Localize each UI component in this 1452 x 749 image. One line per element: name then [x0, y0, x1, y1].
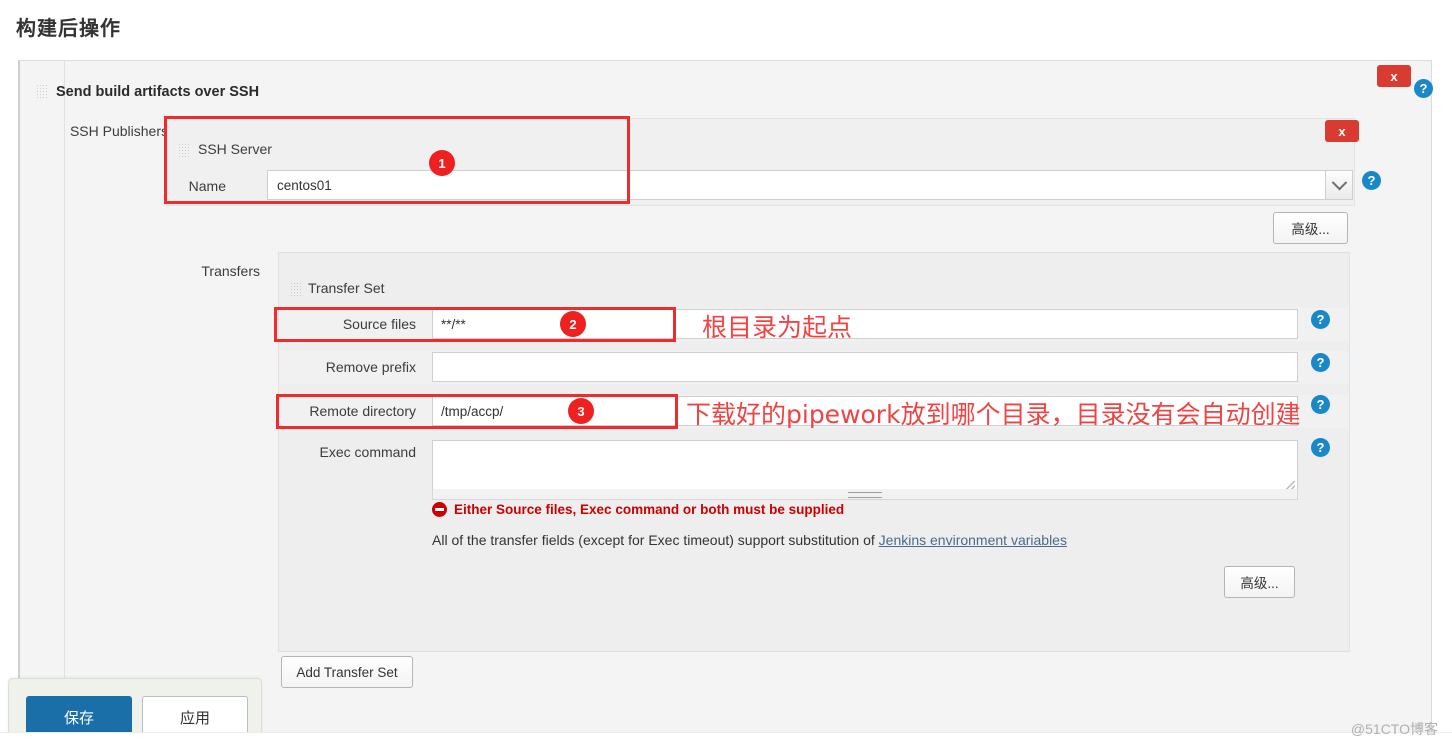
- panel-section-title: Send build artifacts over SSH: [56, 84, 260, 100]
- help-icon-remove-prefix[interactable]: ?: [1311, 353, 1330, 372]
- help-icon-remote-directory[interactable]: ?: [1311, 395, 1330, 414]
- remote-directory-label: Remote directory: [309, 403, 416, 419]
- source-files-label: Source files: [342, 316, 416, 332]
- remove-prefix-label: Remove prefix: [325, 359, 416, 375]
- close-panel-button[interactable]: x: [1377, 65, 1411, 87]
- exec-command-label: Exec command: [319, 444, 416, 460]
- chevron-down-icon[interactable]: [1325, 171, 1352, 199]
- ssh-server-title: SSH Server: [198, 141, 272, 157]
- watermark: @51CTO博客: [1350, 721, 1438, 737]
- ssh-server-name-select[interactable]: centos01: [267, 170, 1353, 200]
- help-icon-panel[interactable]: ?: [1414, 79, 1433, 98]
- ssh-server-name-value: centos01: [277, 177, 332, 193]
- ssh-publishers-label: SSH Publishers: [69, 123, 168, 139]
- add-transfer-set-button[interactable]: Add Transfer Set: [281, 656, 413, 688]
- post-build-action-screen: 构建后操作 Send build artifacts over SSH x ? …: [0, 0, 1452, 749]
- ssh-server-drag-grip-icon[interactable]: [178, 143, 189, 157]
- validation-error: Either Source files, Exec command or bot…: [432, 502, 844, 517]
- exec-command-textarea[interactable]: [432, 440, 1298, 494]
- jenkins-environment-variables-link[interactable]: Jenkins environment variables: [879, 532, 1067, 548]
- help-icon-ssh-name[interactable]: ?: [1362, 171, 1381, 190]
- advanced-button-top[interactable]: 高级...: [1273, 212, 1348, 244]
- help-icon-exec-command[interactable]: ?: [1311, 438, 1330, 457]
- transfers-label: Transfers: [201, 263, 260, 279]
- transfer-set-title: Transfer Set: [308, 280, 385, 296]
- advanced-button-bottom[interactable]: 高级...: [1224, 566, 1295, 598]
- remove-prefix-input[interactable]: [432, 352, 1298, 382]
- drag-grip-icon[interactable]: [36, 84, 47, 98]
- help-icon-source-files[interactable]: ?: [1311, 310, 1330, 329]
- error-icon: [432, 502, 447, 517]
- textarea-horizontal-scrollbar[interactable]: [432, 489, 1298, 500]
- hint-text: All of the transfer fields (except for E…: [432, 532, 879, 548]
- page-title: 构建后操作: [16, 18, 121, 40]
- transfer-fields-hint: All of the transfer fields (except for E…: [432, 532, 1067, 548]
- close-ssh-server-button[interactable]: x: [1325, 120, 1359, 142]
- transfer-set-drag-grip-icon[interactable]: [290, 282, 301, 296]
- source-files-input[interactable]: [432, 309, 1298, 339]
- bottom-strip: [0, 732, 1452, 749]
- name-label: Name: [188, 178, 226, 194]
- remote-directory-input[interactable]: [432, 396, 1298, 426]
- validation-error-text: Either Source files, Exec command or bot…: [454, 502, 845, 517]
